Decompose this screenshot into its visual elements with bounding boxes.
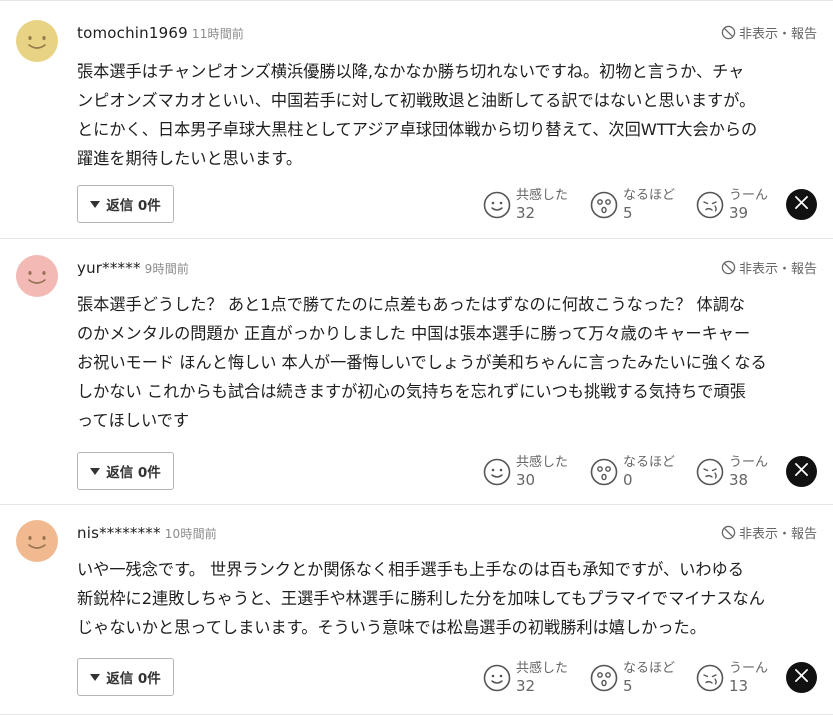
comment-header: yur***** 9時間前 (77, 259, 189, 277)
hide-report-link[interactable]: 非表示・報告 (721, 23, 817, 42)
reaction-hmm-label: うーん (729, 661, 769, 676)
reaction-insight-count: 5 (623, 677, 633, 695)
comment-time: 11時間前 (191, 27, 245, 41)
caret-down-icon (90, 467, 101, 475)
comment-header: nis******** 10時間前 (77, 524, 217, 542)
x-share-button[interactable] (786, 662, 817, 693)
troubled-face-icon (696, 191, 724, 219)
hide-icon (721, 25, 736, 40)
reaction-empathy-label: 共感した (516, 455, 569, 470)
reply-label: 返信 0件 (106, 465, 161, 481)
reaction-insight-count: 5 (623, 204, 633, 222)
comment-header: tomochin1969 11時間前 (77, 24, 244, 42)
username[interactable]: yur***** (77, 259, 141, 277)
troubled-face-icon (696, 664, 724, 692)
hide-icon (721, 525, 736, 540)
hide-report-link[interactable]: 非表示・報告 (721, 523, 817, 542)
comment-time: 9時間前 (144, 262, 190, 276)
hide-report-link[interactable]: 非表示・報告 (721, 258, 817, 277)
smile-face-icon (483, 191, 511, 219)
x-share-button[interactable] (786, 189, 817, 220)
reply-button[interactable]: 返信 0件 (77, 185, 174, 223)
reply-label: 返信 0件 (106, 198, 161, 214)
hide-icon (721, 260, 736, 275)
reaction-hmm-count: 39 (729, 204, 749, 222)
troubled-face-icon (696, 458, 724, 486)
reply-button[interactable]: 返信 0件 (77, 452, 174, 490)
comment-text: いや一残念です。 世界ランクとか関係なく相手選手も上手なのは百も承知ですが、いわ… (77, 560, 765, 637)
comment-text: 張本選手はチャンピオンズ横浜優勝以降,なかなか勝ち切れないですね。初物と言うか、… (77, 62, 758, 168)
reaction-hmm-label: うーん (729, 188, 769, 203)
surprised-face-icon (590, 458, 618, 486)
x-logo-icon (794, 668, 809, 687)
surprised-face-icon (590, 664, 618, 692)
reaction-hmm-label: うーん (729, 455, 769, 470)
username[interactable]: nis******** (77, 524, 161, 542)
reaction-insight-label: なるほど (623, 661, 676, 676)
reply-label: 返信 0件 (106, 671, 161, 687)
comment-item: tomochin1969 11時間前 非表示・報告張本選手はチャンピオンズ横浜優勝以… (0, 1, 833, 239)
x-share-button[interactable] (786, 456, 817, 487)
reaction-hmm-count: 38 (729, 471, 749, 489)
reaction-empathy-count: 30 (516, 471, 536, 489)
avatar (16, 20, 58, 62)
reply-button[interactable]: 返信 0件 (77, 658, 174, 696)
avatar (16, 520, 58, 562)
reaction-empathy-count: 32 (516, 677, 536, 695)
reaction-empathy-label: 共感した (516, 188, 569, 203)
username[interactable]: tomochin1969 (77, 24, 188, 42)
caret-down-icon (90, 673, 101, 681)
smile-face-icon (483, 458, 511, 486)
hide-report-label: 非表示・報告 (738, 27, 817, 42)
reaction-empathy-label: 共感した (516, 661, 569, 676)
avatar (16, 255, 58, 297)
smile-face-icon (483, 664, 511, 692)
comment-time: 10時間前 (164, 527, 217, 541)
x-logo-icon (794, 195, 809, 214)
reaction-insight-count: 0 (623, 471, 633, 489)
hide-report-label: 非表示・報告 (738, 262, 817, 277)
reaction-insight-label: なるほど (623, 188, 676, 203)
reaction-empathy-count: 32 (516, 204, 536, 222)
x-logo-icon (794, 462, 809, 481)
surprised-face-icon (590, 191, 618, 219)
reaction-insight-label: なるほど (623, 455, 676, 470)
hide-report-label: 非表示・報告 (738, 527, 817, 542)
comment-text: 張本選手どうした？ あと1点で勝てたのに点差もあったはずなのに何故こうなった？ … (77, 295, 767, 430)
comment-item: nis******** 10時間前 非表示・報告いや一残念です。 世界ランクとか関係… (0, 505, 833, 715)
comment-item: yur***** 9時間前 非表示・報告張本選手どうした？ あと1点で勝てたのに点差… (0, 239, 833, 505)
reaction-hmm-count: 13 (729, 677, 749, 695)
caret-down-icon (90, 200, 101, 208)
